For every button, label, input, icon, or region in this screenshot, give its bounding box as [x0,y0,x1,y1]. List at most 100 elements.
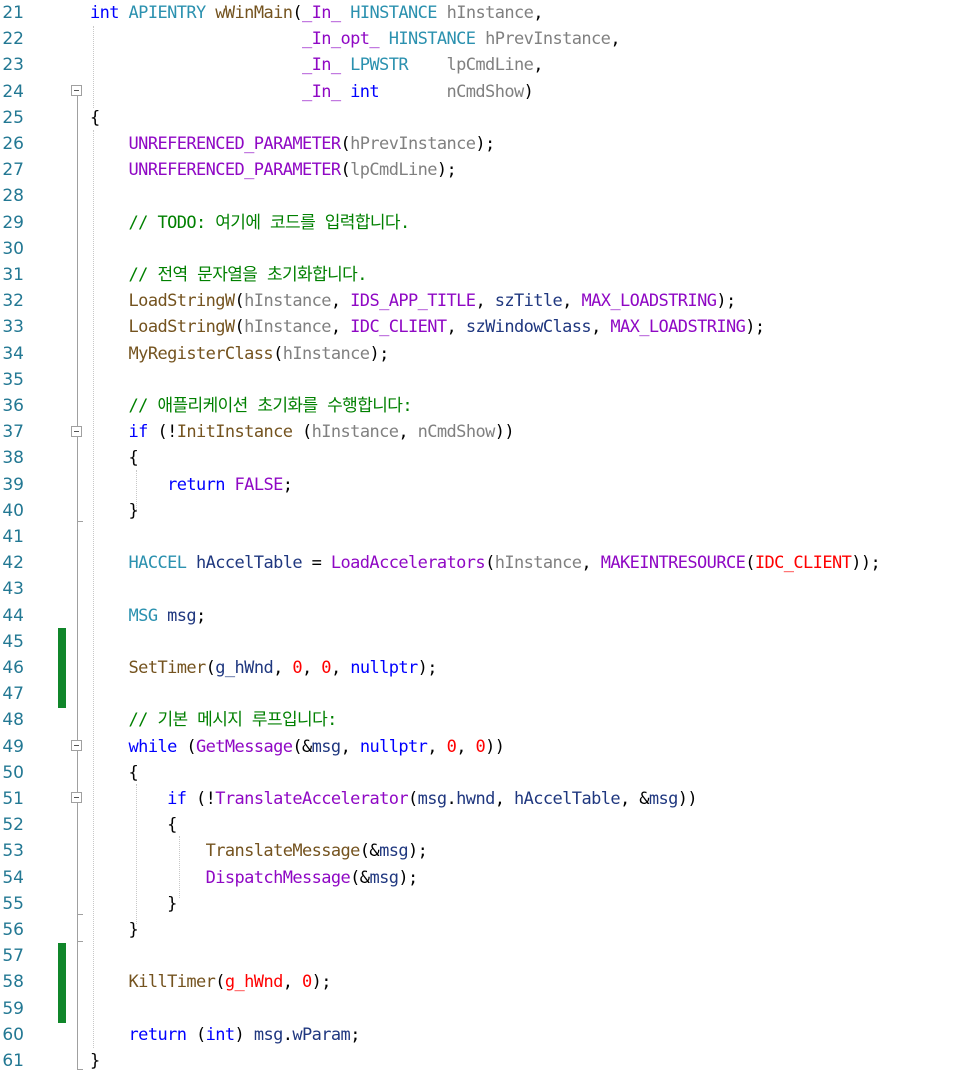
code-text[interactable]: _In_ LPWSTR lpCmdLine, [90,52,543,78]
code-line[interactable]: 39 return FALSE; [0,472,967,498]
code-token: ( [234,317,245,338]
code-line[interactable]: 41 [0,524,967,550]
change-indicator [58,628,66,708]
code-text[interactable]: { [90,445,139,471]
code-line[interactable]: 24 _In_ int nCmdShow) [0,79,967,105]
code-text[interactable]: LoadStringW(hInstance, IDC_CLIENT, szWin… [90,314,766,340]
code-line[interactable]: 34 MyRegisterClass(hInstance); [0,341,967,367]
code-line[interactable]: 31 // 전역 문자열을 초기화합니다. [0,262,967,288]
code-token: ( [407,789,418,809]
code-line[interactable]: 54 DispatchMessage(&msg); [0,865,967,891]
code-line[interactable]: 51 if (!TranslateAccelerator(msg.hwnd, h… [0,786,967,812]
code-text[interactable]: } [90,498,139,524]
code-text[interactable]: // TODO: 여기에 코드를 입력합니다. [90,210,411,236]
code-line[interactable]: 42 HACCEL hAccelTable = LoadAccelerators… [0,550,967,576]
code-line[interactable]: 59 [0,996,967,1022]
code-text[interactable]: if (!TranslateAccelerator(msg.hwnd, hAcc… [90,786,698,812]
code-text[interactable]: } [90,917,139,943]
code-text[interactable]: // 전역 문자열을 초기화합니다. [90,262,368,288]
code-line[interactable]: 30 [0,236,967,262]
code-text[interactable]: return (int) msg.wParam; [90,1022,361,1048]
code-line[interactable]: 58 KillTimer(g_hWnd, 0); [0,969,967,995]
code-line[interactable]: 60 return (int) msg.wParam; [0,1022,967,1048]
code-text[interactable]: int APIENTRY wWinMain(_In_ HINSTANCE hIn… [90,0,544,26]
code-token: msg [369,867,399,888]
code-token: , [533,55,543,76]
code-line[interactable]: 28 [0,183,967,209]
code-line[interactable]: 36 // 애플리케이션 초기화를 수행합니다: [0,393,967,419]
code-text[interactable]: { [90,105,100,131]
code-line[interactable]: 21 int APIENTRY wWinMain(_In_ HINSTANCE h… [0,0,967,26]
code-line[interactable]: 23 _In_ LPWSTR lpCmdLine, [0,52,967,78]
code-token: (& [359,841,380,862]
code-line[interactable]: 56 } [0,917,967,943]
code-line[interactable]: 27 UNREFERENCED_PARAMETER(lpCmdLine); [0,157,967,183]
code-line[interactable]: 26 UNREFERENCED_PARAMETER(hPrevInstance)… [0,131,967,157]
code-text[interactable]: HACCEL hAccelTable = LoadAccelerators(hI… [90,550,881,576]
code-text[interactable]: TranslateMessage(&msg); [90,838,428,864]
code-text[interactable]: // 애플리케이션 초기화를 수행합니다: [90,393,413,419]
code-line[interactable]: 35 [0,367,967,393]
code-line[interactable]: 29 // TODO: 여기에 코드를 입력합니다. [0,210,967,236]
collapse-icon[interactable] [71,426,82,437]
code-text[interactable]: return FALSE; [90,472,293,498]
code-text[interactable]: KillTimer(g_hWnd, 0); [90,969,332,995]
code-token: int [205,1024,236,1045]
code-line[interactable]: 38 { [0,445,967,471]
code-text[interactable]: { [90,760,139,786]
code-token: MAX_LOADSTRING [610,317,746,338]
code-text[interactable]: MSG msg; [90,603,207,629]
code-line[interactable]: 47 [0,681,967,707]
code-line[interactable]: 32 LoadStringW(hInstance, IDS_APP_TITLE,… [0,288,967,314]
line-number: 56 [2,920,24,940]
code-line[interactable]: 25 { [0,105,967,131]
code-line[interactable]: 61} [0,1048,967,1074]
code-line[interactable]: 40 } [0,498,967,524]
code-text[interactable]: if (!InitInstance (hInstance, nCmdShow)) [90,419,515,445]
code-text[interactable]: UNREFERENCED_PARAMETER(hPrevInstance); [90,131,496,157]
code-line[interactable]: 22 _In_opt_ HINSTANCE hPrevInstance, [0,26,967,52]
code-token: HACCEL [128,553,187,574]
code-line[interactable]: 57 [0,943,967,969]
collapse-icon[interactable] [71,792,82,803]
code-line[interactable]: 49 while (GetMessage(&msg, nullptr, 0, 0… [0,734,967,760]
code-line[interactable]: 44 MSG msg; [0,603,967,629]
code-text[interactable]: { [90,812,177,838]
line-number: 52 [2,815,24,836]
code-text[interactable]: // 기본 메시지 루프입니다: [90,707,338,733]
code-line[interactable]: 43 [0,576,967,602]
line-number: 42 [2,553,24,574]
code-text[interactable]: _In_ int nCmdShow) [90,79,534,105]
code-line[interactable]: 45 [0,629,967,655]
code-line[interactable]: 50 { [0,760,967,786]
code-line[interactable]: 48 // 기본 메시지 루프입니다: [0,707,967,733]
code-text[interactable]: } [90,891,177,917]
code-line[interactable]: 52 { [0,812,967,838]
code-text[interactable]: _In_opt_ HINSTANCE hPrevInstance, [90,26,621,52]
code-line[interactable]: 37 if (!InitInstance (hInstance, nCmdSho… [0,419,967,445]
code-text[interactable]: UNREFERENCED_PARAMETER(lpCmdLine); [90,157,457,183]
code-text[interactable]: MyRegisterClass(hInstance); [90,341,390,367]
code-line[interactable]: 53 TranslateMessage(&msg); [0,838,967,864]
code-line[interactable]: 55 } [0,891,967,917]
line-number: 25 [2,107,24,128]
code-text[interactable]: SetTimer(g_hWnd, 0, 0, nullptr); [90,655,438,681]
code-text[interactable]: while (GetMessage(&msg, nullptr, 0, 0)) [90,734,505,760]
code-text[interactable]: } [90,1048,100,1074]
code-token: LoadStringW [128,291,236,312]
code-token: ); [369,343,389,364]
code-line[interactable]: 33 LoadStringW(hInstance, IDC_CLIENT, sz… [0,314,967,340]
line-number: 29 [2,212,24,233]
line-number: 26 [2,134,24,154]
code-text[interactable]: DispatchMessage(&msg); [90,865,419,891]
collapse-icon[interactable] [71,740,82,751]
code-token: (& [350,867,370,888]
code-text[interactable]: LoadStringW(hInstance, IDS_APP_TITLE, sz… [90,288,737,314]
code-line[interactable]: 46 SetTimer(g_hWnd, 0, 0, nullptr); [0,655,967,681]
code-token: , [302,658,322,678]
collapse-icon[interactable] [71,85,82,96]
code-editor[interactable]: 21 int APIENTRY wWinMain(_In_ HINSTANCE h… [0,0,967,1076]
